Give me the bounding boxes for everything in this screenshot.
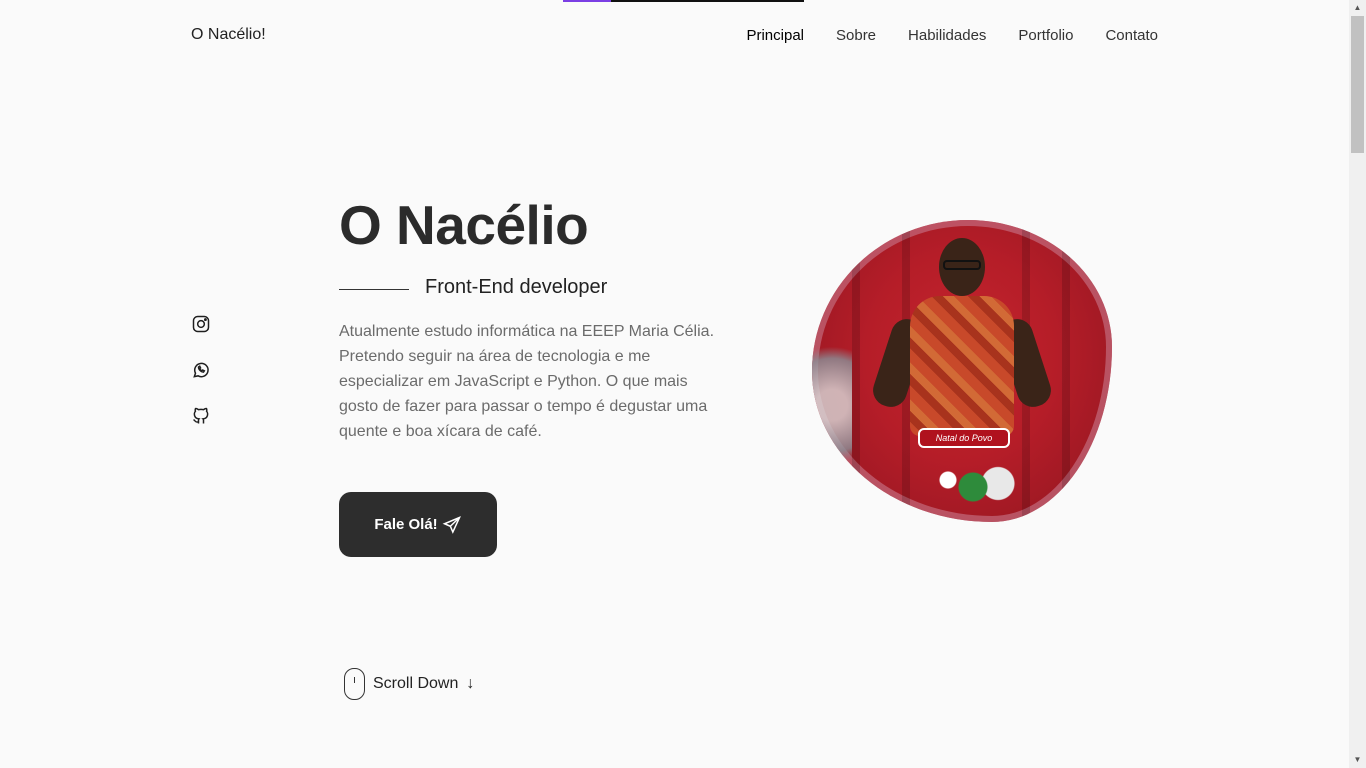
scroll-up-arrow-icon[interactable]: ▲ bbox=[1349, 0, 1366, 16]
hero-description: Atualmente estudo informática na EEEP Ma… bbox=[339, 323, 715, 440]
nav-item-contato[interactable]: Contato bbox=[1105, 27, 1158, 44]
christmas-tree-decoration bbox=[812, 330, 852, 480]
profile-photo: Natal do Povo bbox=[812, 220, 1112, 522]
nav-item-sobre[interactable]: Sobre bbox=[836, 27, 876, 44]
hero-subtitle: Front-End developer bbox=[425, 276, 608, 298]
main-nav: Principal Sobre Habilidades Portfolio Co… bbox=[746, 27, 1158, 44]
nav-item-habilidades[interactable]: Habilidades bbox=[908, 27, 986, 44]
site-logo[interactable]: O Nacélio! bbox=[191, 26, 266, 44]
photo-sign: Natal do Povo bbox=[918, 428, 1010, 448]
mouse-icon bbox=[344, 668, 365, 700]
social-links bbox=[191, 314, 211, 426]
christmas-decorations bbox=[918, 452, 1018, 522]
scroll-down-arrow-icon[interactable]: ▼ bbox=[1349, 752, 1366, 768]
scrollbar-thumb[interactable] bbox=[1351, 16, 1364, 153]
arrow-down-icon: ↓ bbox=[466, 675, 475, 692]
hero-title: O Nacélio bbox=[339, 194, 589, 256]
nav-item-principal[interactable]: Principal bbox=[746, 27, 804, 44]
scroll-down-label: Scroll Down bbox=[373, 675, 459, 692]
say-hello-label: Fale Olá! bbox=[374, 516, 438, 533]
site-header: O Nacélio! Principal Sobre Habilidades P… bbox=[0, 0, 1349, 72]
whatsapp-icon[interactable] bbox=[191, 360, 211, 380]
person-figure: Natal do Povo bbox=[868, 238, 1056, 522]
send-icon bbox=[442, 515, 461, 534]
instagram-icon[interactable] bbox=[191, 314, 211, 334]
scroll-down-link[interactable]: Scroll Down ↓ bbox=[344, 668, 474, 700]
nav-item-portfolio[interactable]: Portfolio bbox=[1018, 27, 1073, 44]
say-hello-button[interactable]: Fale Olá! bbox=[339, 492, 497, 557]
github-icon[interactable] bbox=[191, 406, 211, 426]
page-scrollbar[interactable]: ▲ ▼ bbox=[1349, 0, 1366, 768]
subtitle-divider bbox=[339, 289, 409, 290]
